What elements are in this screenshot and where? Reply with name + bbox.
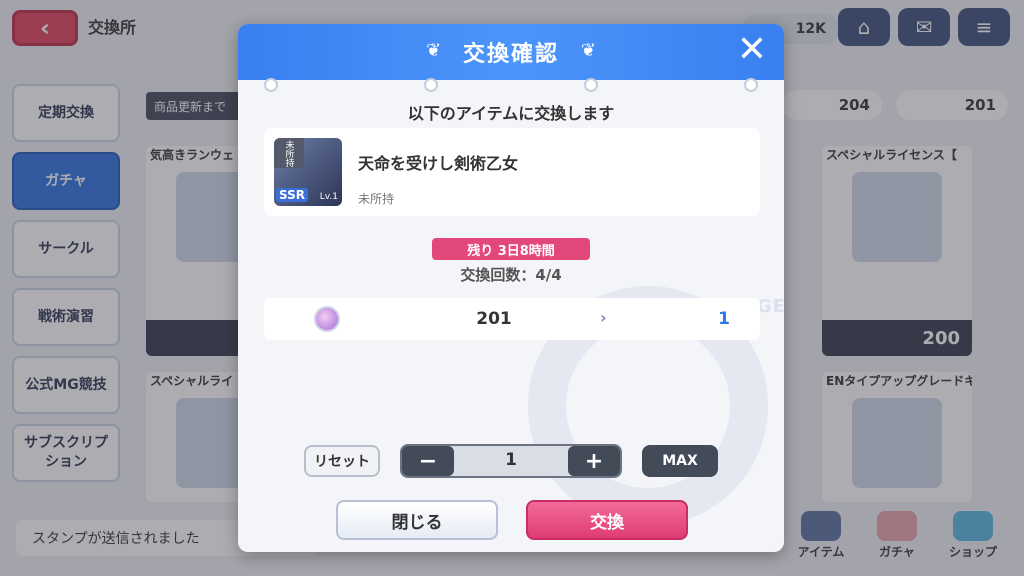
currency-coin-icon — [314, 306, 340, 332]
dialog-lead-text: 以下のアイテムに交換します — [407, 104, 615, 123]
close-icon[interactable]: ✕ — [730, 28, 774, 72]
binder-ring — [424, 78, 438, 92]
time-remaining-badge: 残り 3日8時間 — [432, 238, 590, 260]
dialog-header: ❦ 交換確認 ❦ ✕ — [238, 24, 784, 80]
unowned-tag: 未所持 — [274, 138, 304, 168]
binder-ring — [264, 78, 278, 92]
quantity-value: 1 — [505, 450, 517, 470]
cost-current: 201 — [476, 309, 512, 329]
item-panel: 未所持 SSR Lv.1 天命を受けし剣術乙女 未所持 — [264, 128, 760, 216]
binder-ring — [584, 78, 598, 92]
item-name: 天命を受けし剣術乙女 — [358, 154, 519, 173]
exchange-screen: ‹ 交換所 12K ⌂ ✉ ≡ 定期交換 ガチャ サークル 戦術演習 公式MG競… — [0, 0, 1024, 576]
chevron-right-icon: › — [600, 308, 607, 327]
cost-after: 1 — [718, 309, 730, 329]
exchange-confirm-dialog: EXCHANGE ❦ 交換確認 ❦ ✕ 以下のアイテムに交換します 未所持 SS… — [238, 24, 784, 552]
item-thumbnail: 未所持 SSR Lv.1 — [274, 138, 342, 206]
max-button[interactable]: MAX — [642, 445, 718, 477]
quantity-stepper: − 1 + — [400, 444, 622, 478]
cost-row: 201 › 1 — [264, 298, 760, 340]
decrement-button[interactable]: − — [402, 446, 454, 476]
reset-button[interactable]: リセット — [304, 445, 380, 477]
exchange-count: 交換回数：4/4 — [460, 266, 562, 284]
dialog-title: 交換確認 — [462, 42, 559, 67]
level-label: Lv.1 — [319, 192, 338, 202]
binder-ring — [744, 78, 758, 92]
wing-right-icon: ❦ — [580, 40, 596, 61]
increment-button[interactable]: + — [568, 446, 620, 476]
exchange-button[interactable]: 交換 — [526, 500, 688, 540]
item-status: 未所持 — [358, 192, 395, 206]
rarity-badge: SSR — [276, 188, 308, 202]
close-button[interactable]: 閉じる — [336, 500, 498, 540]
